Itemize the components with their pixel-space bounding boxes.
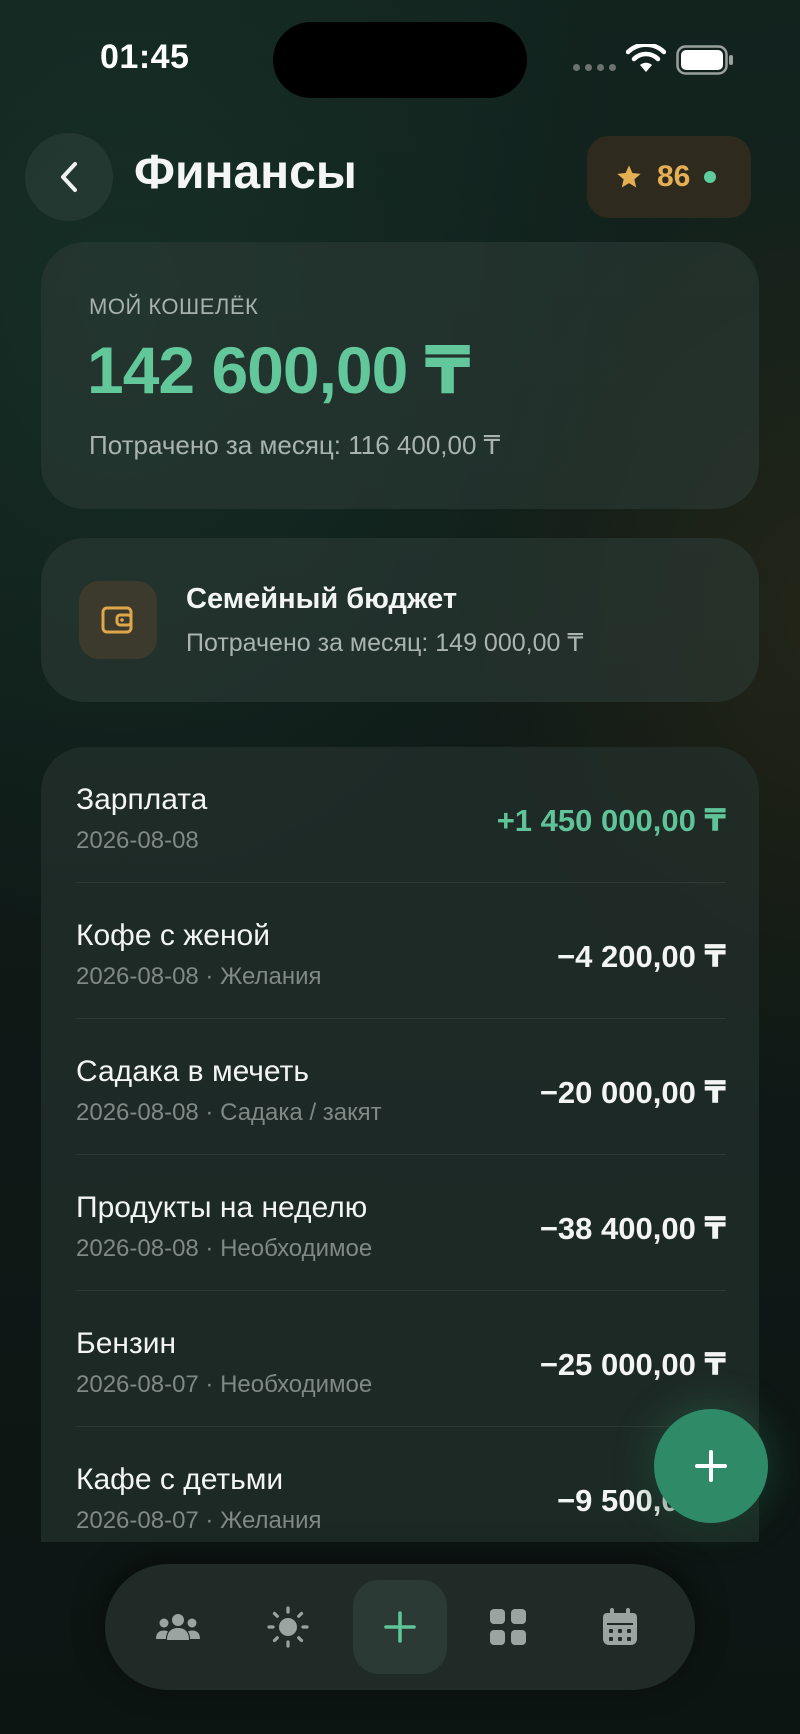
dynamic-island [273, 22, 527, 98]
wallet-spent-month: Потрачено за месяц: 116 400,00 ₸ [89, 430, 501, 460]
transaction-meta: 2026-08-08 · Желания [76, 963, 322, 990]
page-title: Финансы [134, 146, 357, 199]
list-item[interactable]: Бензин 2026-08-07 · Необходимое −25 000,… [76, 1291, 726, 1427]
online-status-dot [704, 171, 717, 183]
plus-icon [695, 1450, 727, 1482]
points-value: 86 [657, 160, 691, 193]
status-time: 01:45 [100, 38, 190, 76]
bottom-nav [105, 1564, 695, 1690]
transaction-meta: 2026-08-08 · Необходимое [76, 1235, 373, 1262]
battery-icon [676, 45, 733, 75]
list-item[interactable]: Кофе с женой 2026-08-08 · Желания −4 200… [76, 883, 726, 1019]
list-item[interactable]: Садака в мечеть 2026-08-08 · Садака / за… [76, 1019, 726, 1155]
transaction-amount: +1 450 000,00 ₸ [496, 803, 726, 838]
nav-item-day[interactable] [241, 1580, 335, 1674]
transaction-amount: −20 000,00 ₸ [539, 1075, 726, 1110]
grid-icon [490, 1609, 526, 1645]
star-icon [617, 165, 641, 188]
transaction-amount: −38 400,00 ₸ [539, 1211, 726, 1246]
transaction-meta: 2026-08-08 [76, 827, 199, 854]
transaction-amount: −25 000,00 ₸ [539, 1347, 726, 1382]
budget-spent-month: Потрачено за месяц: 149 000,00 ₸ [186, 629, 584, 657]
family-budget-card[interactable]: Семейный бюджет Потрачено за месяц: 149 … [41, 538, 759, 702]
transaction-meta: 2026-08-07 · Желания [76, 1507, 322, 1534]
calendar-icon [603, 1608, 637, 1645]
transaction-name: Кафе с детьми [76, 1463, 284, 1496]
transaction-meta: 2026-08-08 · Садака / закят [76, 1099, 382, 1126]
list-item[interactable]: Продукты на неделю 2026-08-08 · Необходи… [76, 1155, 726, 1291]
nav-item-family[interactable] [131, 1580, 225, 1674]
wallet-label: МОЙ КОШЕЛЁК [89, 294, 259, 319]
family-icon [156, 1614, 200, 1640]
transaction-name: Продукты на неделю [76, 1191, 368, 1224]
chevron-left-icon [61, 162, 77, 192]
transaction-meta: 2026-08-07 · Необходимое [76, 1371, 373, 1398]
points-badge[interactable]: 86 [587, 136, 751, 218]
list-item[interactable]: Кафе с детьми 2026-08-07 · Желания −9 50… [76, 1427, 726, 1542]
finance-screen: 01:45 Финансы 86 МОЙ КОШЕЛЁК 142 600,00 … [0, 0, 800, 1734]
back-button[interactable] [25, 133, 113, 221]
nav-item-add[interactable] [353, 1580, 447, 1674]
list-item[interactable]: Зарплата 2026-08-08 +1 450 000,00 ₸ [76, 747, 726, 883]
budget-title: Семейный бюджет [186, 583, 458, 615]
wallet-card[interactable]: МОЙ КОШЕЛЁК 142 600,00 ₸ Потрачено за ме… [41, 242, 759, 509]
wallet-icon [79, 581, 157, 659]
add-transaction-button[interactable] [654, 1409, 768, 1523]
transactions-list: Зарплата 2026-08-08 +1 450 000,00 ₸ Кофе… [41, 747, 759, 1542]
sun-icon [267, 1606, 309, 1648]
cellular-signal-icon [573, 64, 616, 71]
nav-item-dashboard[interactable] [461, 1580, 555, 1674]
wifi-icon [626, 44, 666, 72]
transaction-name: Бензин [76, 1327, 177, 1360]
transaction-name: Садака в мечеть [76, 1055, 309, 1088]
nav-item-calendar[interactable] [573, 1580, 667, 1674]
wallet-balance: 142 600,00 ₸ [87, 333, 471, 407]
transaction-name: Зарплата [76, 783, 208, 816]
transaction-name: Кофе с женой [76, 919, 270, 952]
transaction-amount: −4 200,00 ₸ [557, 939, 726, 974]
plus-icon [384, 1611, 416, 1643]
